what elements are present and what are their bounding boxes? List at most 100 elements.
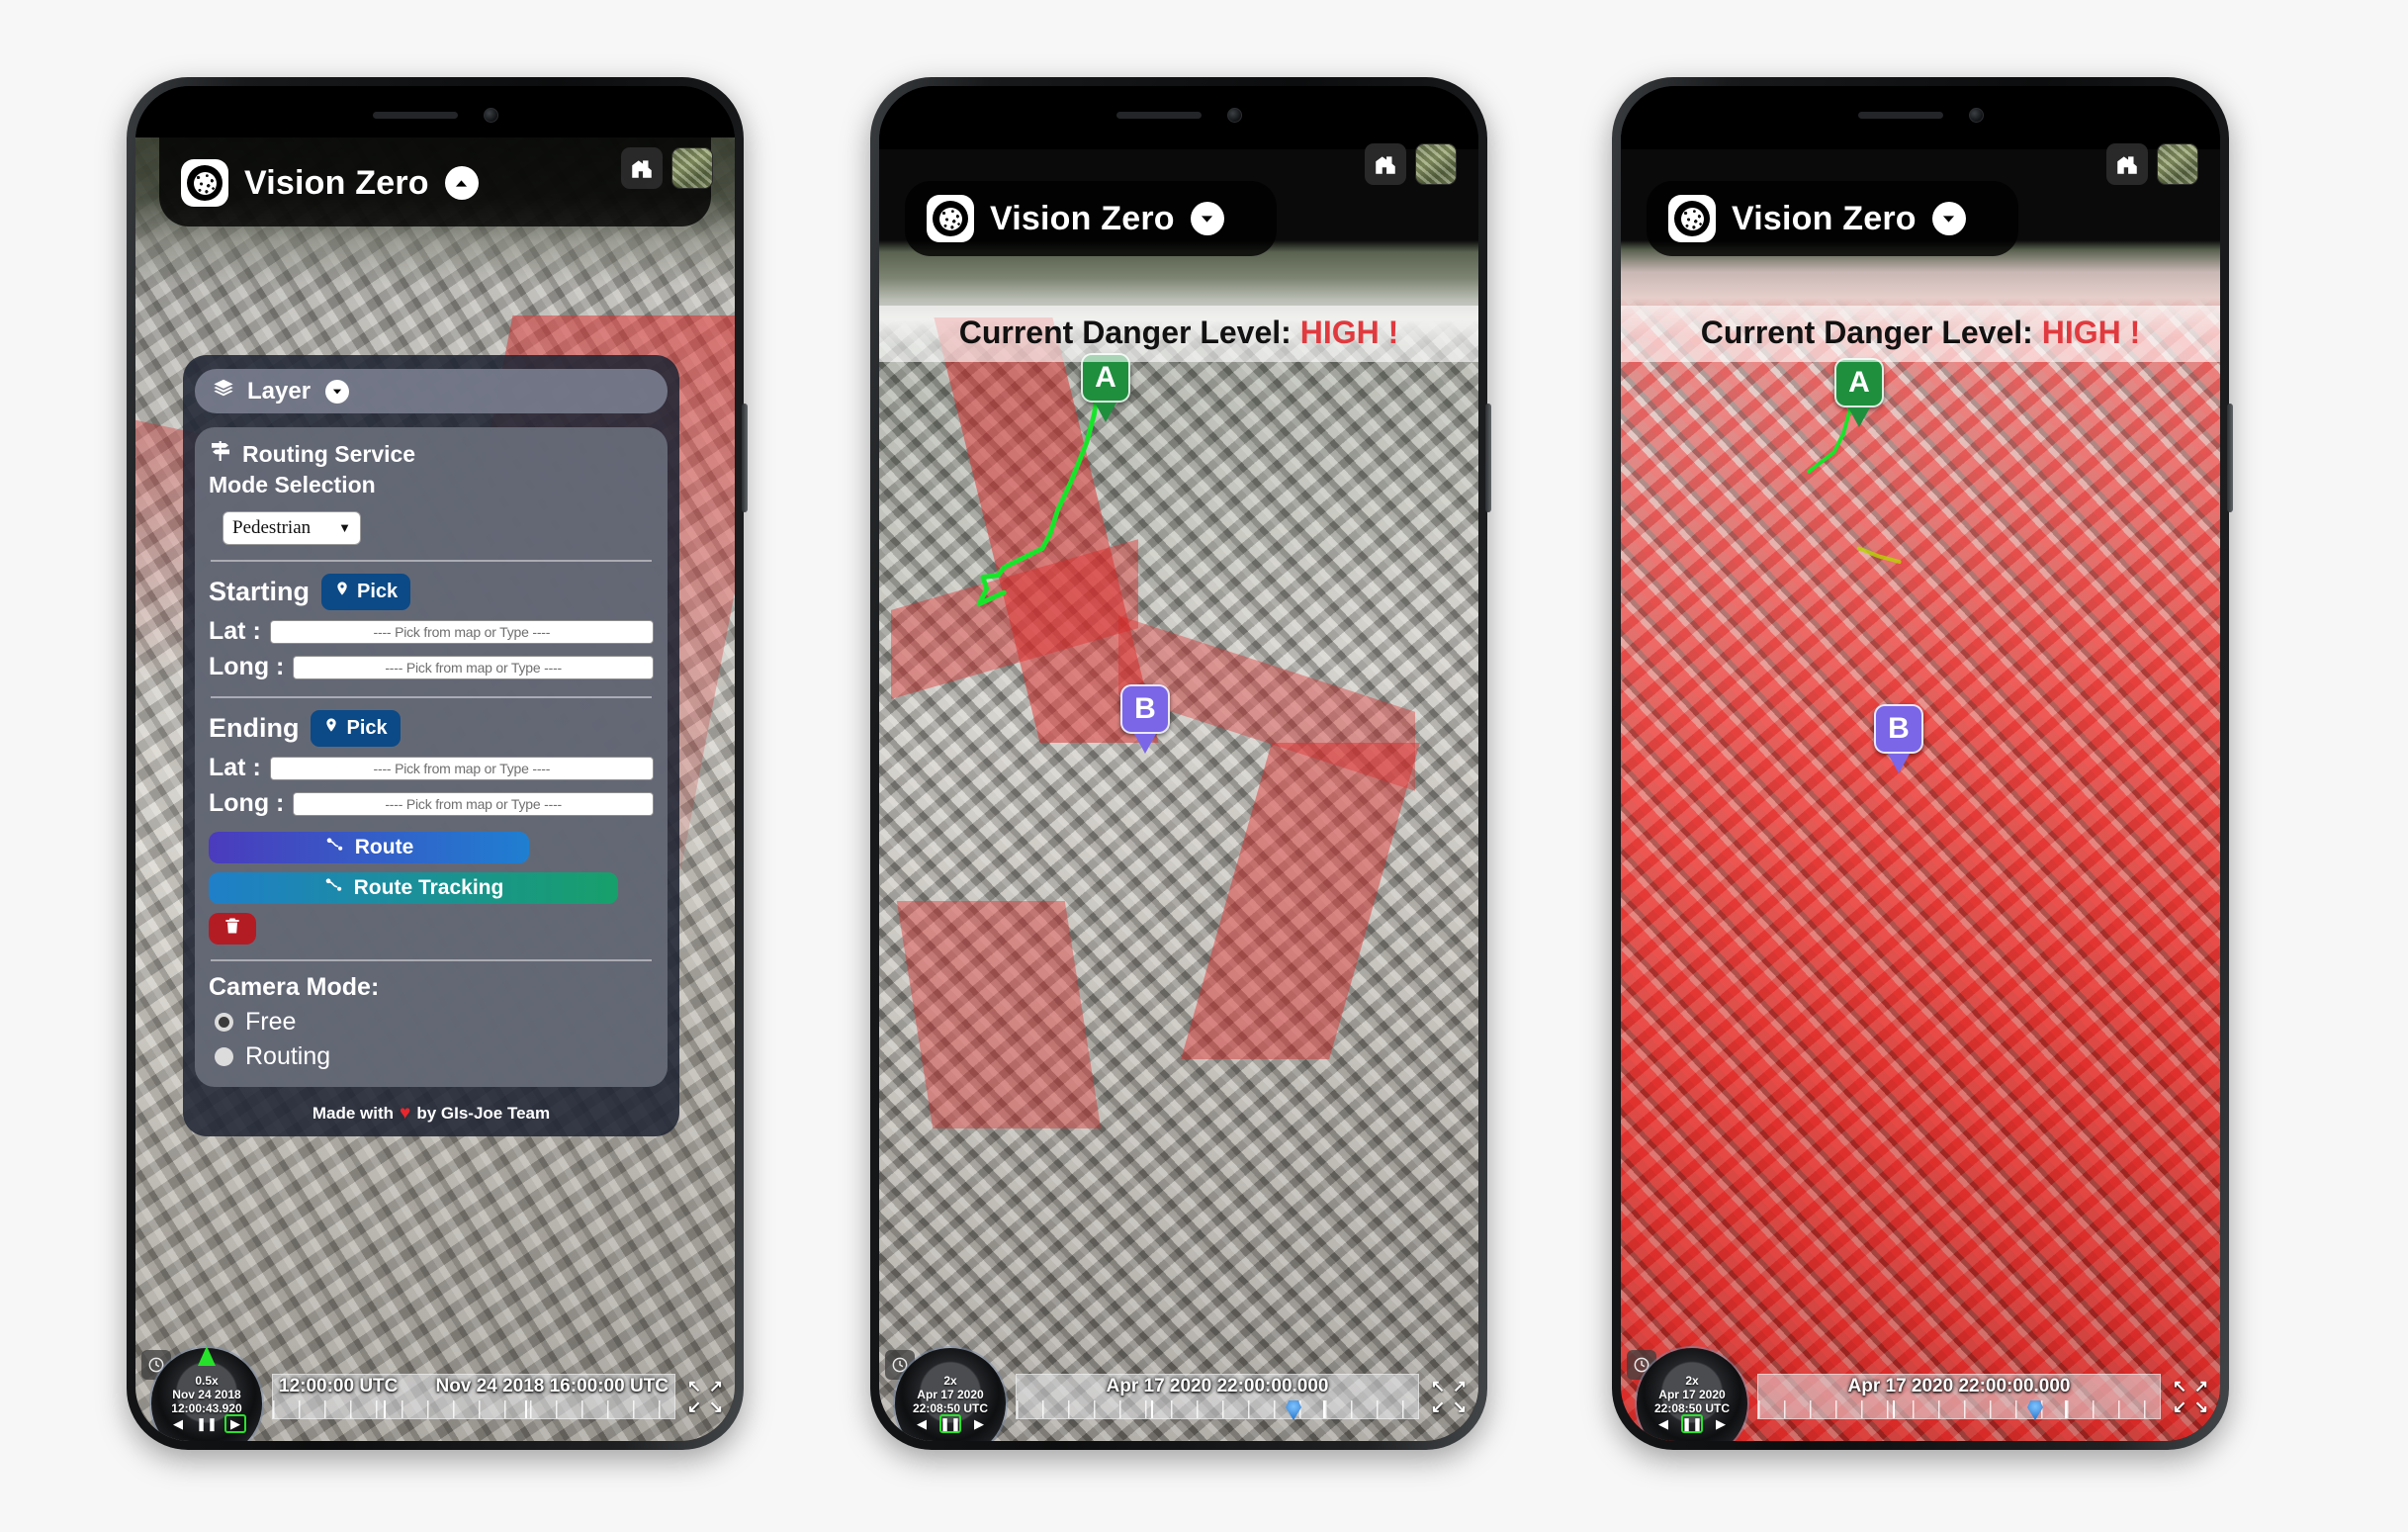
layer-section-toggle[interactable]: Layer [195, 369, 668, 413]
timeline-widget-3: 2x Apr 17 2020 22:08:50 UTC ◀ ❚❚ ▶ Apr 1… [1621, 1342, 2220, 1441]
play-icon[interactable]: ▶ [224, 1414, 246, 1433]
ending-long-label: Long : [209, 789, 285, 817]
screenshot-root: Vision Zero Layer Routing Service Mode S… [0, 0, 2408, 1532]
satellite-basemap-icon[interactable] [1415, 143, 1457, 185]
divider [211, 959, 652, 961]
starting-row: Starting Pick [209, 574, 654, 610]
pause-icon[interactable]: ❚❚ [196, 1414, 218, 1433]
route-marker-a[interactable]: A [1834, 358, 1884, 427]
camera-mode-routing[interactable]: Routing [215, 1042, 654, 1071]
credits-prefix: Made with [312, 1104, 395, 1123]
step-back-icon[interactable]: ◀ [911, 1414, 933, 1433]
route-marker-b[interactable]: B [1120, 684, 1170, 754]
pause-icon[interactable]: ❚❚ [939, 1414, 961, 1433]
ending-label: Ending [209, 713, 300, 743]
timeline-tick-major [525, 1400, 527, 1418]
timeline-widget-1: 0.5x Nov 24 2018 12:00:43.920 ◀ ❚❚ ▶ 12:… [135, 1342, 735, 1441]
timeline-range-start: 12:00:00 UTC [279, 1376, 399, 1397]
ending-pick-button[interactable]: Pick [311, 710, 401, 747]
danger-separator: : [2022, 315, 2033, 350]
chevron-down-icon[interactable] [1931, 202, 1966, 235]
chevron-down-icon[interactable] [1190, 202, 1224, 235]
fullscreen-icon[interactable]: ↖ ↗ ↙ ↘ [2169, 1376, 2212, 1417]
danger-level: HIGH ! [1299, 315, 1399, 350]
danger-separator: : [1281, 315, 1292, 350]
animation-dial-2[interactable]: 2x Apr 17 2020 22:08:50 UTC ◀ ❚❚ ▶ [895, 1348, 1006, 1441]
app-title: Vision Zero [1732, 199, 1917, 237]
mode-select[interactable]: Pedestrian ▼ [223, 511, 361, 545]
radio-free-icon[interactable] [215, 1013, 233, 1032]
phone-device-1: Vision Zero Layer Routing Service Mode S… [127, 77, 748, 1450]
map-pin-icon [323, 715, 339, 741]
play-icon[interactable]: ▶ [968, 1414, 990, 1433]
route-tracking-button[interactable]: Route Tracking [209, 872, 618, 904]
route-icon [324, 836, 346, 860]
pause-icon[interactable]: ❚❚ [1681, 1414, 1703, 1433]
dial-needle-icon [198, 1346, 216, 1366]
timeline-strip-1[interactable]: 12:00:00 UTC Nov 24 2018 16:00:00 UTC [272, 1374, 675, 1419]
ending-long-input[interactable]: ---- Pick from map or Type ---- [293, 791, 654, 816]
camera-mode-routing-label: Routing [245, 1042, 331, 1070]
dotted-circle-logo [927, 195, 974, 242]
camera-mode-free[interactable]: Free [215, 1008, 654, 1036]
mode-selection-label: Mode Selection [209, 472, 376, 497]
radio-routing-icon[interactable] [215, 1047, 233, 1066]
route-button[interactable]: Route [209, 832, 529, 863]
play-icon[interactable]: ▶ [1710, 1414, 1732, 1433]
fullscreen-icon[interactable]: ↖ ↗ ↙ ↘ [683, 1376, 727, 1417]
home-icon[interactable] [1365, 143, 1406, 185]
timeline-tick-major [1323, 1400, 1325, 1418]
step-back-icon[interactable]: ◀ [1652, 1414, 1674, 1433]
fullscreen-icon[interactable]: ↖ ↗ ↙ ↘ [1427, 1376, 1471, 1417]
timeline-strip-2[interactable]: Apr 17 2020 22:00:00.000 [1016, 1374, 1419, 1420]
chevron-up-icon[interactable] [444, 166, 479, 200]
satellite-basemap-icon[interactable] [671, 147, 713, 189]
home-icon[interactable] [621, 147, 663, 189]
route-button-label: Route [354, 836, 414, 858]
route-tracking-label: Route Tracking [353, 876, 504, 899]
route-icon [323, 876, 345, 901]
caret-down-icon: ▼ [338, 520, 351, 535]
credits-suffix: by GIs-Joe Team [416, 1104, 551, 1123]
timeline-ticks [273, 1400, 674, 1418]
app-header-3: Vision Zero [1647, 181, 2018, 256]
starting-lat-input[interactable]: ---- Pick from map or Type ---- [269, 619, 654, 644]
layers-icon [211, 377, 236, 406]
delete-route-button[interactable] [209, 913, 256, 945]
timeline-strip-3[interactable]: Apr 17 2020 22:00:00.000 [1757, 1374, 2161, 1420]
current-time: 22:08:50 UTC [912, 1401, 989, 1415]
heart-icon: ♥ [400, 1103, 411, 1124]
trash-icon [223, 915, 242, 943]
chevron-down-icon[interactable] [325, 379, 350, 404]
routing-service-header[interactable]: Routing Service [209, 439, 654, 478]
home-icon[interactable] [2106, 143, 2148, 185]
route-marker-b[interactable]: B [1874, 704, 1923, 773]
animation-dial-1[interactable]: 0.5x Nov 24 2018 12:00:43.920 ◀ ❚❚ ▶ [151, 1346, 262, 1441]
marker-b-label: B [1120, 684, 1170, 734]
control-panel: Layer Routing Service Mode Selection Ped… [183, 355, 679, 1136]
starting-pick-label: Pick [357, 580, 399, 602]
ending-row: Ending Pick [209, 710, 654, 747]
starting-pick-button[interactable]: Pick [321, 574, 411, 610]
timeline-ticks [1017, 1400, 1418, 1418]
route-marker-a[interactable]: A [1081, 353, 1130, 422]
starting-long-label: Long : [209, 653, 285, 680]
satellite-basemap-icon[interactable] [2157, 143, 2198, 185]
camera-mode-free-label: Free [245, 1008, 297, 1036]
phone-device-3: Vision Zero Current Danger Level: HIGH !… [1612, 77, 2233, 1450]
ending-lat-input[interactable]: ---- Pick from map or Type ---- [269, 756, 654, 780]
starting-long-input[interactable]: ---- Pick from map or Type ---- [293, 655, 654, 679]
danger-prefix: Current Danger Level [958, 315, 1282, 350]
phone3-screen: Vision Zero Current Danger Level: HIGH !… [1621, 86, 2220, 1441]
layer-label: Layer [247, 377, 312, 405]
danger-prefix: Current Danger Level [1700, 315, 2023, 350]
phone2-screen: Vision Zero Current Danger Level: HIGH !… [879, 86, 1478, 1441]
app-header-2: Vision Zero [905, 181, 1277, 256]
animation-dial-3[interactable]: 2x Apr 17 2020 22:08:50 UTC ◀ ❚❚ ▶ [1637, 1348, 1747, 1441]
app-title: Vision Zero [244, 163, 429, 202]
map-controls-3 [2106, 143, 2198, 185]
routing-service-title: Routing Service [242, 440, 416, 467]
timeline-tick-major [2065, 1400, 2067, 1418]
step-back-icon[interactable]: ◀ [167, 1414, 189, 1433]
marker-b-label: B [1874, 704, 1923, 754]
